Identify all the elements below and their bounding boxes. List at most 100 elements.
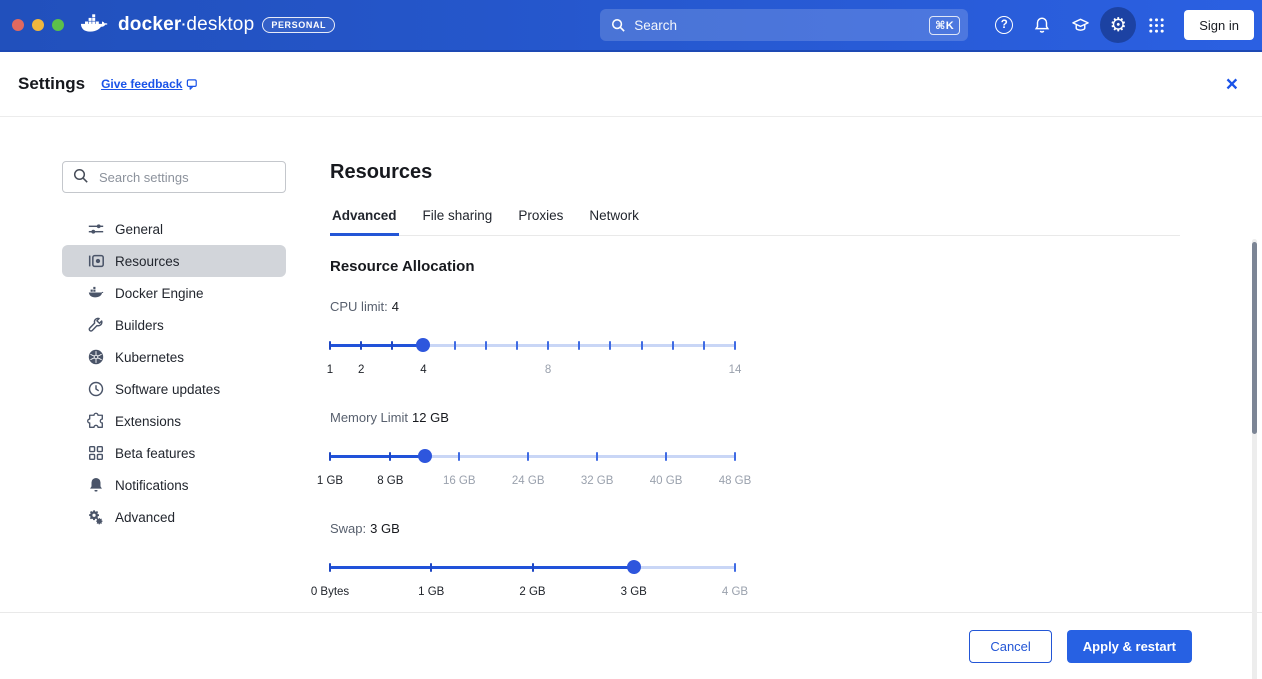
resources-tabs: Advanced File sharing Proxies Network — [330, 208, 1180, 236]
academy-button[interactable] — [1062, 7, 1098, 43]
memory-limit-slider-thumb[interactable] — [418, 449, 432, 463]
tab-advanced[interactable]: Advanced — [330, 208, 399, 236]
sidebar-item-advanced[interactable]: Advanced — [62, 501, 286, 533]
sliders-container: CPU limit:4124814Memory Limit12 GB1 GB8 … — [330, 299, 1262, 600]
slider-tick — [458, 452, 460, 461]
sidebar-search-input[interactable] — [62, 161, 286, 193]
sidebar-item-kubernetes[interactable]: Kubernetes — [62, 341, 286, 373]
slider-tick-label: 32 GB — [581, 475, 614, 487]
slider-tick-label: 4 GB — [722, 586, 748, 598]
slider-tick — [430, 563, 432, 572]
slider-fill — [330, 455, 425, 458]
slider-tick-label: 3 GB — [621, 586, 647, 598]
resource-allocation-heading: Resource Allocation — [330, 258, 1262, 275]
sidebar-item-label: Docker Engine — [115, 286, 204, 301]
sign-in-button[interactable]: Sign in — [1184, 10, 1254, 40]
close-window-button[interactable] — [12, 19, 24, 31]
slider-tick-label: 0 Bytes — [311, 586, 349, 598]
cancel-button[interactable]: Cancel — [969, 630, 1051, 663]
sidebar-item-label: General — [115, 222, 163, 237]
cpu-limit-slider[interactable] — [330, 338, 735, 352]
slider-tick-label: 2 — [358, 364, 364, 376]
docker-desktop-logo: docker·desktop PERSONAL — [80, 14, 335, 36]
scrollbar-thumb[interactable] — [1252, 242, 1257, 434]
swap-caption: Swap:3 GB — [330, 521, 735, 536]
gear-icon: ⚙ — [1110, 16, 1127, 35]
cpu-limit-slider-thumb[interactable] — [416, 338, 430, 352]
puzzle-icon — [86, 412, 105, 431]
slider-tick — [547, 341, 549, 350]
help-button[interactable]: ? — [986, 7, 1022, 43]
swap-slider-thumb[interactable] — [627, 560, 641, 574]
give-feedback-link[interactable]: Give feedback — [101, 77, 199, 91]
tab-file-sharing[interactable]: File sharing — [421, 208, 495, 236]
maximize-window-button[interactable] — [52, 19, 64, 31]
topbar: docker·desktop PERSONAL ⌘K ? — [0, 0, 1262, 52]
sidebar-item-resources[interactable]: Resources — [62, 245, 286, 277]
page-title: Settings — [18, 74, 85, 94]
sidebar-item-docker-engine[interactable]: Docker Engine — [62, 277, 286, 309]
slider-tick — [532, 563, 534, 572]
memory-limit-slider[interactable] — [330, 449, 735, 463]
sliders-icon — [86, 220, 105, 239]
sidebar-item-notifications[interactable]: Notifications — [62, 469, 286, 501]
slider-labels: 1 GB8 GB16 GB24 GB32 GB40 GB48 GB — [330, 475, 735, 489]
clock-update-icon — [86, 380, 105, 399]
sidebar-item-label: Software updates — [115, 382, 220, 397]
slider-tick — [454, 341, 456, 350]
slider-tick — [665, 452, 667, 461]
sidebar-item-beta-features[interactable]: Beta features — [62, 437, 286, 469]
help-icon: ? — [995, 16, 1013, 34]
slider-fill — [330, 344, 423, 347]
cpu-limit-slider-group: CPU limit:4124814 — [330, 299, 735, 378]
sidebar-item-software-updates[interactable]: Software updates — [62, 373, 286, 405]
sidebar-item-extensions[interactable]: Extensions — [62, 405, 286, 437]
slider-tick — [578, 341, 580, 350]
slider-tick — [329, 452, 331, 461]
settings-sidebar: General Resources Docker Engine BuildersKub… — [0, 117, 330, 612]
swap-slider[interactable] — [330, 560, 735, 574]
apps-grid-button[interactable] — [1138, 7, 1174, 43]
global-search-input[interactable] — [634, 18, 929, 33]
slider-tick — [360, 341, 362, 350]
grid-dots-icon — [1148, 17, 1165, 34]
memory-limit-caption: Memory Limit12 GB — [330, 410, 735, 425]
sidebar-item-builders[interactable]: Builders — [62, 309, 286, 341]
slider-labels: 0 Bytes1 GB2 GB3 GB4 GB — [330, 586, 735, 600]
slider-tick — [734, 563, 736, 572]
docker-engine-icon — [86, 284, 105, 303]
slider-tick-label: 24 GB — [512, 475, 545, 487]
slider-tick — [329, 341, 331, 350]
sidebar-search-icon — [73, 168, 89, 189]
sidebar-item-label: Notifications — [115, 478, 189, 493]
slider-tick-label: 2 GB — [519, 586, 545, 598]
docker-whale-icon — [80, 14, 110, 36]
slider-tick — [527, 452, 529, 461]
settings-header: Settings Give feedback × — [0, 52, 1262, 117]
global-search[interactable]: ⌘K — [600, 9, 968, 41]
search-shortcut-badge: ⌘K — [929, 16, 960, 35]
academy-icon — [1071, 16, 1090, 35]
tab-network[interactable]: Network — [587, 208, 641, 236]
slider-tick — [389, 452, 391, 461]
tab-proxies[interactable]: Proxies — [516, 208, 565, 236]
slider-tick-label: 40 GB — [650, 475, 683, 487]
vertical-scrollbar[interactable] — [1252, 239, 1257, 679]
notifications-button[interactable] — [1024, 7, 1060, 43]
minimize-window-button[interactable] — [32, 19, 44, 31]
slider-tick-label: 48 GB — [719, 475, 752, 487]
wrench-icon — [86, 316, 105, 335]
sidebar-item-general[interactable]: General — [62, 213, 286, 245]
grid-squares-icon — [86, 444, 105, 463]
sidebar-item-label: Resources — [115, 254, 180, 269]
slider-tick-label: 1 — [327, 364, 333, 376]
slider-tick-label: 1 GB — [418, 586, 444, 598]
memory-limit-slider-group: Memory Limit12 GB1 GB8 GB16 GB24 GB32 GB… — [330, 410, 735, 489]
cpu-limit-caption: CPU limit:4 — [330, 299, 735, 314]
slider-tick — [734, 341, 736, 350]
sidebar-nav: General Resources Docker Engine BuildersKub… — [62, 213, 286, 533]
apply-restart-button[interactable]: Apply & restart — [1067, 630, 1192, 663]
sidebar-item-label: Extensions — [115, 414, 181, 429]
close-settings-icon[interactable]: × — [1226, 74, 1238, 95]
settings-button[interactable]: ⚙ — [1100, 7, 1136, 43]
